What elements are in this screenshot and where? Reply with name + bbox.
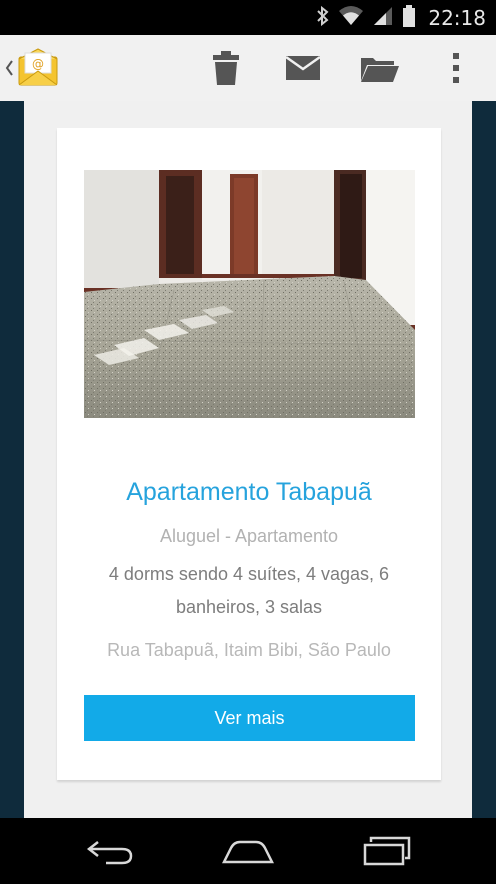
move-to-folder-icon[interactable] — [360, 55, 400, 87]
listing-card: Apartamento Tabapuã Aluguel - Apartament… — [57, 128, 441, 780]
apartment-photo[interactable] — [84, 170, 415, 418]
bluetooth-icon — [316, 5, 330, 31]
svg-text:@: @ — [32, 57, 44, 71]
back-icon[interactable] — [86, 838, 134, 870]
see-more-button[interactable]: Ver mais — [84, 695, 415, 741]
mark-unread-icon[interactable] — [285, 55, 321, 85]
overflow-menu-icon[interactable] — [451, 51, 461, 89]
home-icon[interactable] — [221, 838, 275, 870]
listing-details: 4 dorms sendo 4 suítes, 4 vagas, 6 banhe… — [108, 564, 390, 617]
back-chevron-icon — [4, 57, 14, 83]
navigation-bar — [0, 818, 496, 884]
listing-type: Aluguel - Apartamento — [159, 526, 339, 546]
email-body: Apartamento Tabapuã Aluguel - Apartament… — [24, 101, 472, 818]
listing-address: Rua Tabapuã, Itaim Bibi, São Paulo — [107, 640, 391, 660]
listing-title[interactable]: Apartamento Tabapuã — [57, 478, 441, 507]
status-bar: 22:18 — [0, 0, 496, 35]
email-content[interactable]: Apartamento Tabapuã Aluguel - Apartament… — [0, 101, 496, 818]
action-bar: @ — [0, 35, 496, 102]
trash-icon[interactable] — [212, 50, 240, 90]
up-button[interactable]: @ — [4, 47, 60, 93]
status-icons: 22:18 — [316, 0, 486, 35]
clock: 22:18 — [428, 5, 486, 30]
recents-icon[interactable] — [363, 836, 411, 870]
wifi-icon — [338, 5, 364, 31]
email-app-icon: @ — [16, 47, 60, 93]
signal-icon — [372, 5, 394, 31]
battery-icon — [402, 4, 416, 32]
